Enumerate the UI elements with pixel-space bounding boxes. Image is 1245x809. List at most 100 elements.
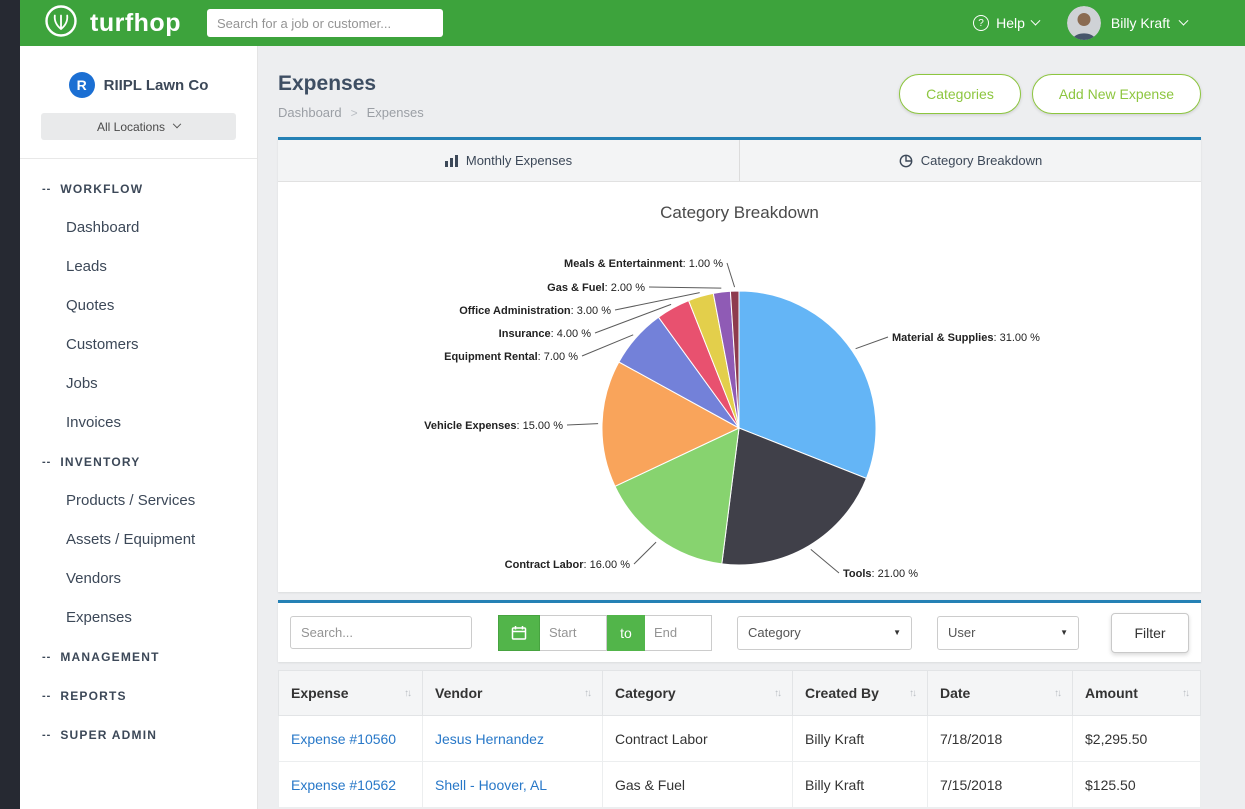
page-title: Expenses — [278, 72, 424, 96]
top-header: turfhop ? Help — [20, 0, 1245, 46]
column-label: Expense — [291, 685, 349, 701]
sort-icon: ↑↓ — [774, 688, 780, 699]
app-window: turfhop ? Help — [0, 0, 1245, 809]
sidebar-nav: --WORKFLOWDashboardLeadsQuotesCustomersJ… — [20, 159, 257, 754]
sidebar-item-vendors[interactable]: Vendors — [20, 559, 257, 598]
expense-link[interactable]: Expense #10562 — [291, 777, 396, 793]
column-header-category[interactable]: Category ↑↓ — [603, 671, 793, 716]
sidebar-item-invoices[interactable]: Invoices — [20, 403, 257, 442]
section-dash-icon: -- — [42, 183, 51, 195]
vendor-link[interactable]: Shell - Hoover, AL — [435, 777, 547, 793]
section-dash-icon: -- — [42, 729, 51, 741]
help-menu[interactable]: ? Help — [973, 15, 1039, 31]
chevron-down-icon — [173, 119, 181, 127]
column-label: Amount — [1085, 685, 1138, 701]
cell-date: 7/15/2018 — [928, 762, 1073, 808]
date-range-picker: to — [498, 615, 712, 651]
sidebar-section-workflow[interactable]: --WORKFLOW — [20, 169, 257, 208]
location-selector[interactable]: All Locations — [41, 113, 236, 140]
pie-label-gas-fuel: Gas & Fuel: 2.00 % — [547, 282, 645, 294]
expenses-table: Expense ↑↓ Vendor ↑↓ Category ↑↓ Created By ↑↓ D… — [278, 670, 1201, 808]
sort-icon: ↑↓ — [404, 688, 410, 699]
column-label: Date — [940, 685, 970, 701]
cell-category: Contract Labor — [603, 716, 793, 762]
filter-button[interactable]: Filter — [1111, 613, 1189, 653]
categories-button[interactable]: Categories — [899, 74, 1021, 114]
pie-label-line — [811, 549, 839, 573]
sidebar-item-assets-equipment[interactable]: Assets / Equipment — [20, 520, 257, 559]
user-menu[interactable]: Billy Kraft — [1067, 6, 1187, 40]
expense-link[interactable]: Expense #10560 — [291, 731, 396, 747]
vendor-link[interactable]: Jesus Hernandez — [435, 731, 544, 747]
pie-label-material-supplies: Material & Supplies: 31.00 % — [892, 332, 1040, 344]
global-search-input[interactable] — [207, 9, 443, 37]
category-select[interactable]: Category ▼ — [737, 616, 912, 650]
cell-vendor: Jesus Hernandez — [423, 716, 603, 762]
sort-icon: ↑↓ — [1182, 688, 1188, 699]
section-dash-icon: -- — [42, 690, 51, 702]
chart-tabs: Monthly Expenses Category Breakdown — [278, 137, 1201, 182]
pie-label-vehicle-expenses: Vehicle Expenses: 15.00 % — [424, 420, 563, 432]
sidebar-item-dashboard[interactable]: Dashboard — [20, 208, 257, 247]
user-select[interactable]: User ▼ — [937, 616, 1079, 650]
tab-category-breakdown[interactable]: Category Breakdown — [739, 140, 1201, 181]
cell-amount: $125.50 — [1073, 762, 1201, 808]
sort-icon: ↑↓ — [584, 688, 590, 699]
pie-chart: Material & Supplies: 31.00 % Tools: 21.00… — [278, 182, 1201, 592]
sidebar-section-super-admin[interactable]: -- SUPER ADMIN — [20, 715, 257, 754]
calendar-button[interactable] — [498, 615, 540, 651]
tab-label: Category Breakdown — [921, 153, 1042, 168]
end-date-input[interactable] — [645, 615, 712, 651]
pie-label-line — [649, 287, 721, 288]
table-search-input[interactable] — [290, 616, 472, 649]
breadcrumb: Dashboard > Expenses — [278, 105, 424, 120]
tab-monthly-expenses[interactable]: Monthly Expenses — [278, 140, 739, 181]
cell-amount: $2,295.50 — [1073, 716, 1201, 762]
column-header-amount[interactable]: Amount ↑↓ — [1073, 671, 1201, 716]
breadcrumb-dashboard[interactable]: Dashboard — [278, 105, 342, 120]
sidebar-item-quotes[interactable]: Quotes — [20, 286, 257, 325]
sidebar-item-jobs[interactable]: Jobs — [20, 364, 257, 403]
tab-label: Monthly Expenses — [466, 153, 572, 168]
user-select-value: User — [948, 625, 975, 640]
turfhop-logo-icon — [42, 2, 80, 45]
sidebar-section-inventory[interactable]: -- INVENTORY — [20, 442, 257, 481]
sidebar-section-reports[interactable]: -- REPORTS — [20, 676, 257, 715]
filter-toolbar: to Category ▼ User ▼ Filter — [278, 600, 1201, 662]
sidebar-section-management[interactable]: --MANAGEMENT — [20, 637, 257, 676]
sidebar-item-products-services[interactable]: Products / Services — [20, 481, 257, 520]
sidebar-item-leads[interactable]: Leads — [20, 247, 257, 286]
column-header-vendor[interactable]: Vendor ↑↓ — [423, 671, 603, 716]
table-row: Expense #10560 Jesus Hernandez Contract La… — [279, 716, 1201, 762]
section-label: INVENTORY — [60, 455, 140, 469]
pie-label-tools: Tools: 21.00 % — [843, 568, 918, 580]
column-header-created-by[interactable]: Created By ↑↓ — [793, 671, 928, 716]
category-select-value: Category — [748, 625, 801, 640]
column-header-date[interactable]: Date↑↓ — [928, 671, 1073, 716]
pie-label-line — [727, 263, 735, 287]
section-label: REPORTS — [60, 689, 126, 703]
sidebar-item-customers[interactable]: Customers — [20, 325, 257, 364]
section-label: SUPER ADMIN — [60, 728, 157, 742]
chevron-down-icon — [1030, 15, 1040, 25]
company-name: RIIPL Lawn Co — [104, 77, 209, 94]
company-header[interactable]: R RIIPL Lawn Co — [20, 46, 257, 113]
calendar-icon — [511, 625, 527, 641]
column-label: Category — [615, 685, 676, 701]
cell-created-by: Billy Kraft — [793, 716, 928, 762]
start-date-input[interactable] — [540, 615, 607, 651]
column-label: Vendor — [435, 685, 482, 701]
brand-name: turfhop — [90, 9, 181, 38]
sidebar-item-expenses[interactable]: Expenses — [20, 598, 257, 637]
help-label: Help — [996, 15, 1025, 31]
sort-icon: ↑↓ — [909, 688, 915, 699]
column-header-expense[interactable]: Expense ↑↓ — [279, 671, 423, 716]
brand[interactable]: turfhop — [42, 2, 181, 45]
column-label: Created By — [805, 685, 879, 701]
date-to-label: to — [607, 615, 645, 651]
breadcrumb-current: Expenses — [367, 105, 424, 120]
section-dash-icon: -- — [42, 456, 51, 468]
add-new-expense-button[interactable]: Add New Expense — [1032, 74, 1201, 114]
cell-expense: Expense #10562 — [279, 762, 423, 808]
pie-chart-card: Category Breakdown Material & Supplies: … — [278, 182, 1201, 592]
